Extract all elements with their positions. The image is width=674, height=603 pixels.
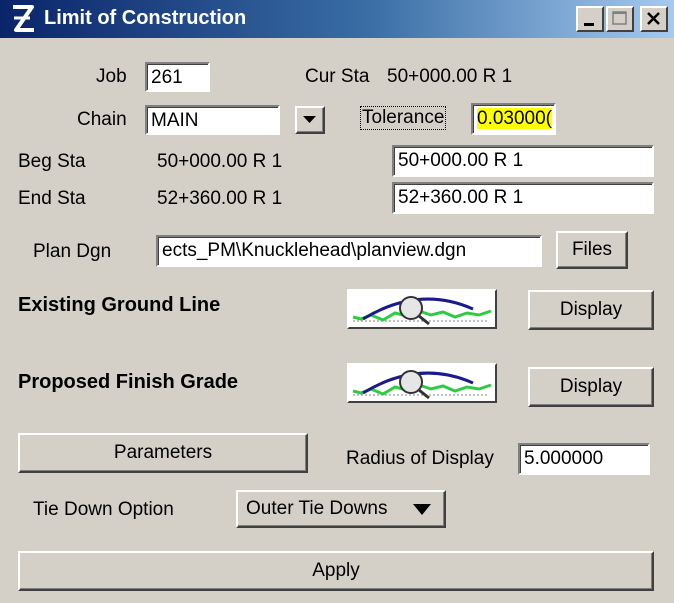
- title-bar[interactable]: Limit of Construction: [0, 0, 674, 38]
- close-button[interactable]: [640, 6, 668, 32]
- chevron-down-icon: [303, 116, 316, 123]
- tolerance-value: 0.03000(: [477, 108, 553, 129]
- cur-sta-value: 50+000.00 R 1: [387, 66, 513, 87]
- profile-graph-icon: [349, 291, 495, 327]
- maximize-button[interactable]: [606, 6, 634, 32]
- window-title: Limit of Construction: [44, 7, 247, 29]
- beg-sta-label: Beg Sta: [18, 151, 86, 172]
- chain-dropdown-button[interactable]: [295, 106, 325, 134]
- plan-dgn-field[interactable]: ects_PM\Knucklehead\planview.dgn: [156, 235, 542, 267]
- end-sta-value: 52+360.00 R 1: [157, 188, 283, 209]
- minimize-button[interactable]: [576, 6, 604, 32]
- end-sta-label: End Sta: [18, 188, 86, 209]
- parameters-button[interactable]: Parameters: [18, 433, 308, 473]
- proposed-grade-label: Proposed Finish Grade: [18, 371, 239, 393]
- tolerance-label: Tolerance: [358, 104, 448, 132]
- close-icon: [647, 12, 660, 25]
- existing-ground-display-button[interactable]: Display: [528, 290, 654, 330]
- proposed-grade-display-button[interactable]: Display: [528, 367, 654, 407]
- plan-dgn-label: Plan Dgn: [33, 241, 112, 262]
- profile-graph-icon: [349, 365, 495, 401]
- job-field[interactable]: 261: [145, 62, 210, 92]
- beg-sta-field[interactable]: 50+000.00 R 1: [392, 145, 654, 177]
- job-label: Job: [96, 66, 127, 87]
- chevron-down-icon: [413, 504, 431, 515]
- radius-label: Radius of Display: [346, 448, 494, 469]
- proposed-grade-graph-button[interactable]: [347, 363, 497, 403]
- chain-label: Chain: [77, 109, 127, 130]
- files-button[interactable]: Files: [556, 231, 628, 269]
- cur-sta-label: Cur Sta: [305, 66, 370, 87]
- tie-down-label: Tie Down Option: [33, 499, 174, 520]
- end-sta-field[interactable]: 52+360.00 R 1: [392, 182, 654, 214]
- tie-down-value: Outer Tie Downs: [246, 498, 388, 519]
- minimize-icon: [584, 23, 594, 26]
- existing-ground-label: Existing Ground Line: [18, 294, 221, 316]
- beg-sta-value: 50+000.00 R 1: [157, 151, 283, 172]
- existing-ground-graph-button[interactable]: [347, 289, 497, 329]
- maximize-icon: [612, 11, 627, 25]
- apply-button[interactable]: Apply: [18, 551, 654, 591]
- radius-field[interactable]: 5.000000: [518, 443, 650, 475]
- chain-field[interactable]: MAIN: [145, 105, 280, 135]
- app-logo-icon: [13, 5, 34, 32]
- tolerance-field[interactable]: 0.03000(: [471, 103, 556, 135]
- tie-down-select[interactable]: Outer Tie Downs: [236, 490, 446, 528]
